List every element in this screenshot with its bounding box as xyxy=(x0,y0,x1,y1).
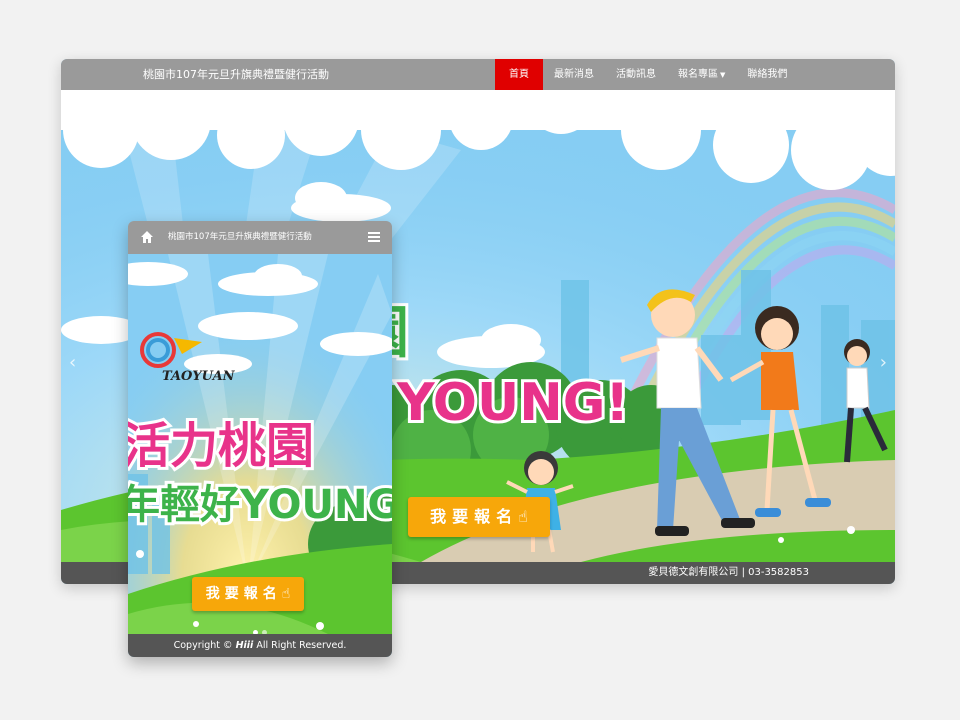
nav-contact[interactable]: 聯絡我們 xyxy=(736,59,798,90)
hamburger-menu-icon[interactable] xyxy=(368,232,380,242)
chevron-left-icon[interactable]: ‹ xyxy=(69,352,76,373)
nav-registration[interactable]: 報名專區 ▼ xyxy=(667,59,736,90)
footer-company-info: 愛貝德文創有限公司 | 03-3582853 xyxy=(648,567,809,578)
nav-news[interactable]: 最新消息 xyxy=(543,59,605,90)
pointing-hand-icon: ☝ xyxy=(281,586,291,602)
mobile-hero: TAOYUAN 活力桃園 年輕好YOUNG 我要報名☝ xyxy=(128,254,392,634)
footer-brand: Hiii xyxy=(235,640,254,651)
desktop-register-button[interactable]: 我要報名☝ xyxy=(408,497,550,537)
desktop-navbar: 桃園市107年元旦升旗典禮暨健行活動 首頁 最新消息 活動訊息 報名專區 ▼ 聯絡… xyxy=(61,59,895,90)
footer-copyright-suffix: All Right Reserved. xyxy=(253,640,347,651)
mobile-navbar: 桃園市107年元旦升旗典禮暨健行活動 xyxy=(128,221,392,254)
nav-registration-label: 報名專區 xyxy=(678,69,718,80)
chevron-right-icon[interactable]: › xyxy=(880,352,887,373)
mobile-window: 桃園市107年元旦升旗典禮暨健行活動 TAOYUAN 活力桃園 年輕好YOUNG… xyxy=(128,221,392,657)
mobile-register-label: 我要報名 xyxy=(205,586,282,602)
mobile-footer: Copyright © Hiii All Right Reserved. xyxy=(128,634,392,657)
footer-copyright-prefix: Copyright © xyxy=(173,640,236,651)
nav-event-info[interactable]: 活動訊息 xyxy=(605,59,667,90)
desktop-register-label: 我要報名 xyxy=(430,507,519,526)
hero-banner-text: YOUNG! xyxy=(396,373,629,433)
headline-line-2: 年輕好YOUNG xyxy=(128,482,392,528)
logo-text: TAOYUAN xyxy=(162,369,236,384)
caret-down-icon: ▼ xyxy=(720,71,726,79)
headline-line-1: 活力桃園 xyxy=(128,418,314,474)
mobile-register-button[interactable]: 我要報名☝ xyxy=(192,577,304,611)
nav-home[interactable]: 首頁 xyxy=(495,59,543,90)
desktop-menu: 首頁 最新消息 活動訊息 報名專區 ▼ 聯絡我們 xyxy=(495,59,798,90)
mobile-site-title[interactable]: 桃園市107年元旦升旗典禮暨健行活動 xyxy=(168,221,312,254)
carousel-indicators[interactable] xyxy=(128,620,392,634)
pointing-hand-icon: ☝ xyxy=(518,507,528,526)
home-icon[interactable] xyxy=(140,230,154,244)
site-title[interactable]: 桃園市107年元旦升旗典禮暨健行活動 xyxy=(143,59,329,90)
